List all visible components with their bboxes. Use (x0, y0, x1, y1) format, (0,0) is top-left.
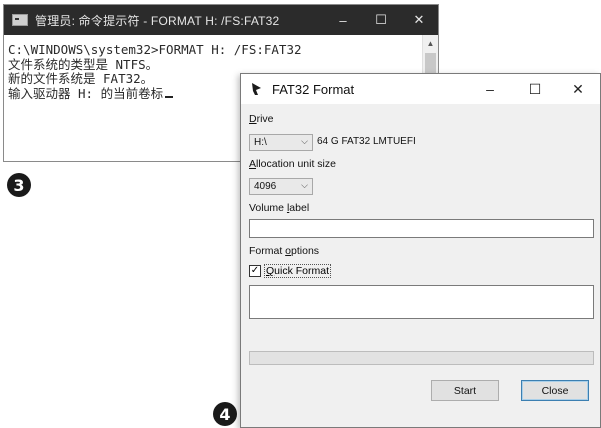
console-app-icon (12, 14, 28, 26)
console-line: C:\WINDOWS\system32>FORMAT H: /FS:FAT32 (8, 42, 302, 57)
start-button[interactable]: Start (431, 380, 499, 401)
console-title: 管理员: 命令提示符 - FORMAT H: /FS:FAT32 (35, 13, 280, 28)
console-maximize-button[interactable]: ☐ (362, 5, 400, 35)
chevron-down-icon: ⌵ (301, 180, 308, 190)
step-3-badge: 3 (7, 173, 31, 197)
fat32-format-app-icon (252, 83, 261, 95)
dialog-close-button[interactable]: ✕ (558, 74, 598, 104)
dialog-minimize-button[interactable]: – (470, 74, 510, 104)
format-options-label: Format options (249, 245, 320, 257)
volume-label-label: Volume label (249, 202, 310, 214)
chevron-down-icon: ⌵ (301, 136, 308, 146)
step-4-badge: 4 (213, 402, 237, 426)
allocation-unit-select[interactable]: 4096 ⌵ (249, 178, 313, 195)
console-line: 文件系统的类型是 NTFS。 (8, 56, 159, 72)
quick-format-label[interactable]: Quick Format (264, 264, 332, 278)
volume-label-input[interactable] (249, 219, 594, 238)
text-cursor (165, 95, 174, 98)
console-close-button[interactable]: ✕ (400, 5, 438, 35)
allocation-unit-label: Allocation unit size (249, 158, 336, 170)
drive-info: 64 G FAT32 LMTUEFI (317, 136, 416, 147)
drive-label: Drive (249, 113, 274, 125)
allocation-unit-value: 4096 (254, 181, 277, 192)
console-line: 输入驱动器 H: 的当前卷标 (8, 85, 164, 101)
scroll-up-arrow-icon[interactable]: ▲ (423, 35, 438, 51)
dialog-titlebar[interactable]: FAT32 Format – ☐ ✕ (241, 74, 600, 104)
drive-select-value: H:\ (254, 137, 267, 148)
console-minimize-button[interactable]: – (324, 5, 362, 35)
console-titlebar[interactable]: 管理员: 命令提示符 - FORMAT H: /FS:FAT32 – ☐ ✕ (4, 5, 438, 35)
dialog-maximize-button[interactable]: ☐ (515, 74, 555, 104)
drive-select[interactable]: H:\ ⌵ (249, 134, 313, 151)
format-progress-bar (249, 351, 594, 365)
quick-format-option[interactable]: ✓ Quick Format (249, 264, 332, 278)
quick-format-checkbox[interactable]: ✓ (249, 265, 261, 277)
close-button[interactable]: Close (521, 380, 589, 401)
dialog-title: FAT32 Format (272, 81, 355, 97)
format-log-area[interactable] (249, 285, 594, 319)
fat32-format-dialog: FAT32 Format – ☐ ✕ Drive H:\ ⌵ 64 G FAT3… (240, 73, 601, 428)
